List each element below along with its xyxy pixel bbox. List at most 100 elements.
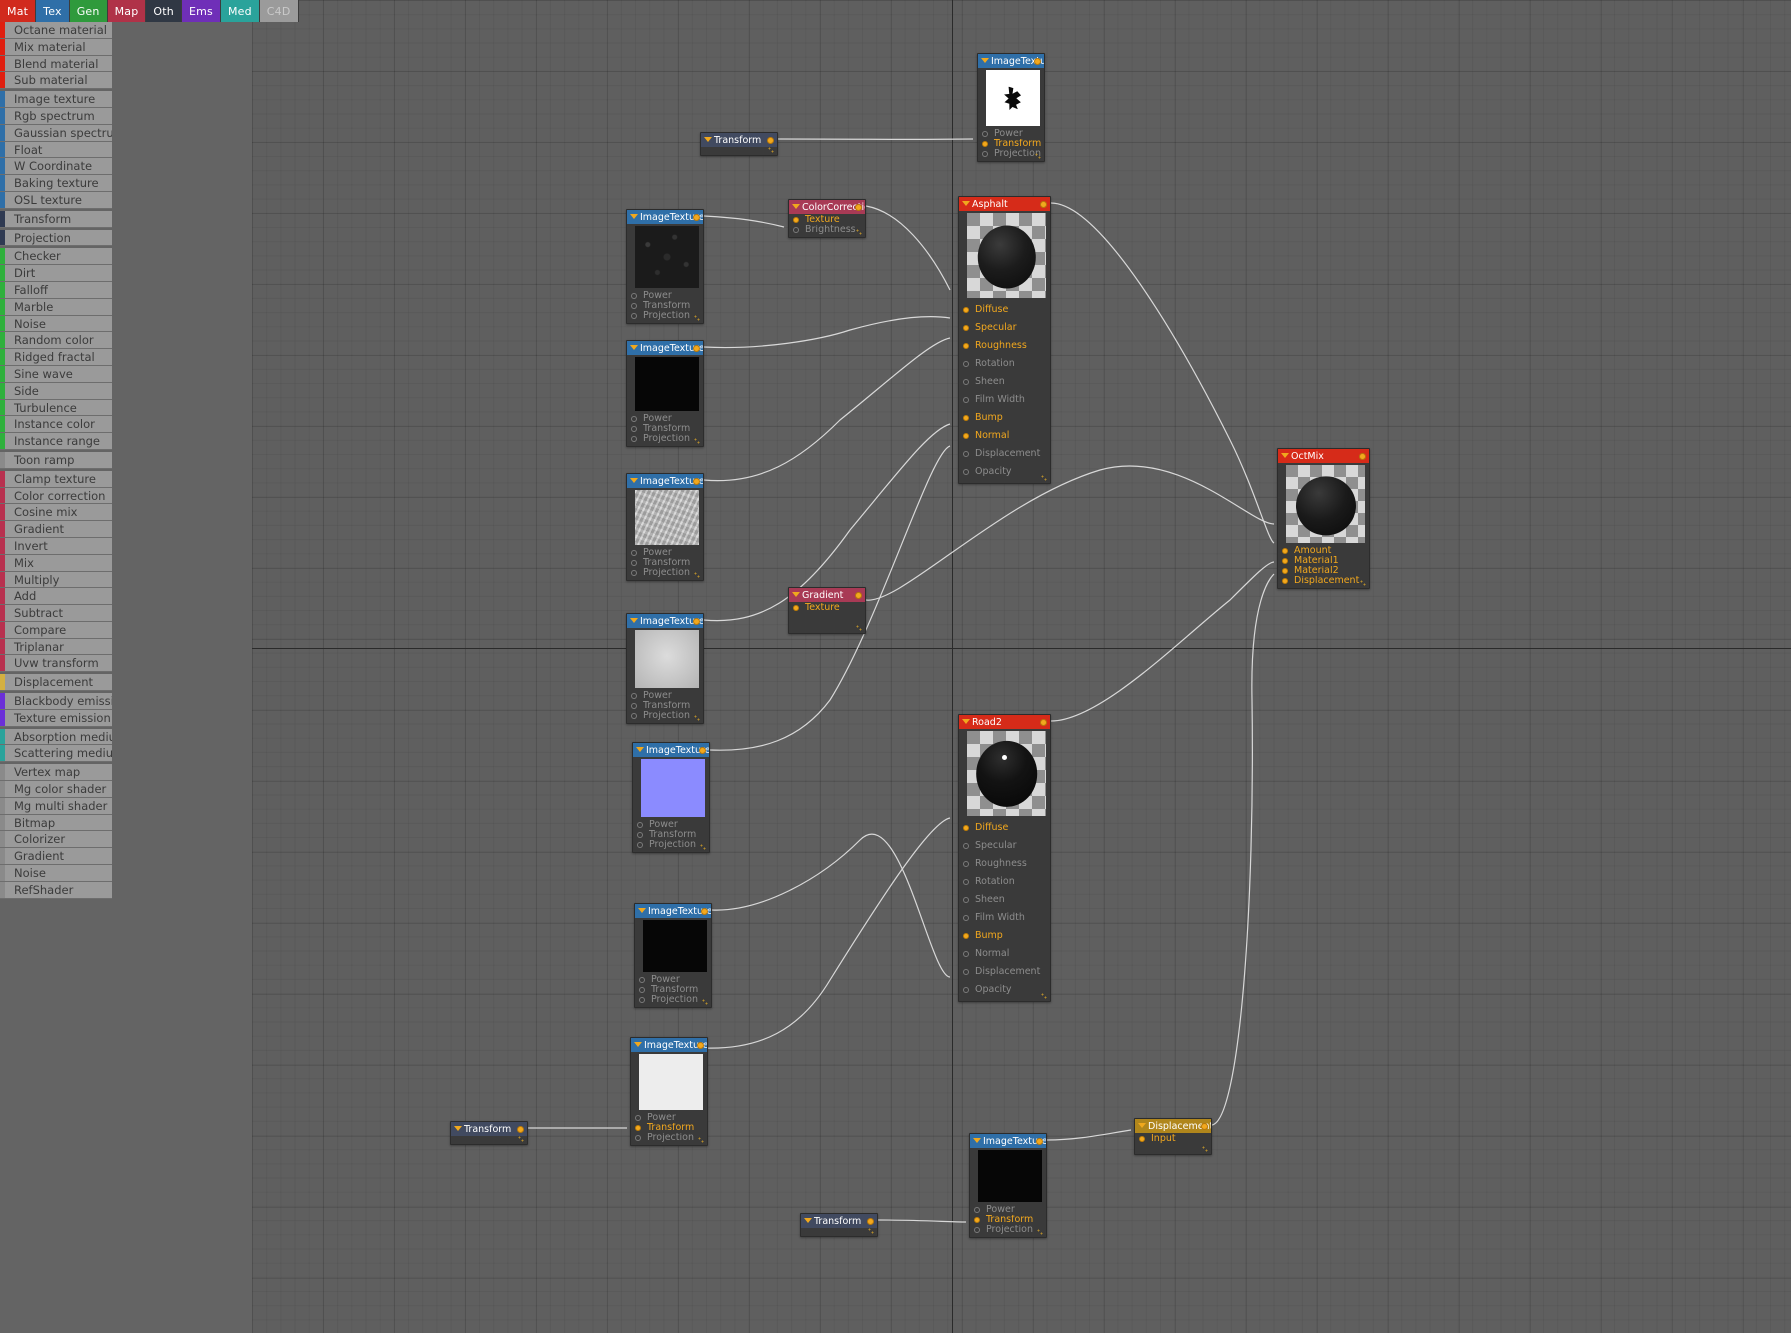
palette-item-sub-material[interactable]: Sub material	[0, 72, 112, 90]
port-dot-icon[interactable]	[974, 1217, 980, 1223]
node-header-asphalt[interactable]: Asphalt	[959, 197, 1050, 211]
collapse-triangle-icon[interactable]	[804, 1218, 812, 1223]
port-imagetexture-concrete-power[interactable]: Power	[627, 548, 703, 558]
port-dot-icon[interactable]	[963, 915, 969, 921]
palette-item-projection[interactable]: Projection	[0, 229, 112, 247]
toolbar-button-c4d[interactable]: C4D	[259, 0, 299, 22]
port-imagetexture-disp-projection[interactable]: Projection	[970, 1225, 1046, 1235]
node-transform-mid[interactable]: Transform	[450, 1121, 528, 1145]
palette-item-noise[interactable]: Noise	[0, 865, 112, 882]
port-dot-icon[interactable]	[639, 977, 645, 983]
collapse-triangle-icon[interactable]	[704, 137, 712, 142]
port-imagetexture-asphalt-diffuse-transform[interactable]: Transform	[627, 301, 703, 311]
port-imagetexture-black-1-transform[interactable]: Transform	[627, 424, 703, 434]
port-dot-icon[interactable]	[963, 969, 969, 975]
port-imagetexture-asphalt-diffuse-power[interactable]: Power	[627, 291, 703, 301]
node-imagetexture-asphalt-diffuse[interactable]: ImageTexture Power Transform Projection	[626, 209, 704, 324]
palette-item-bitmap[interactable]: Bitmap	[0, 814, 112, 832]
port-dot-icon[interactable]	[963, 825, 969, 831]
port-dot-icon[interactable]	[631, 426, 637, 432]
collapse-triangle-icon[interactable]	[454, 1126, 462, 1131]
node-resize-grip[interactable]	[694, 438, 701, 445]
collapse-triangle-icon[interactable]	[792, 204, 800, 209]
port-dot-icon[interactable]	[635, 1125, 641, 1131]
collapse-triangle-icon[interactable]	[630, 478, 638, 483]
node-header-imagetexture-black-2[interactable]: ImageTexture	[635, 904, 711, 918]
node-resize-grip[interactable]	[698, 1137, 705, 1144]
node-header-octmix[interactable]: OctMix	[1278, 449, 1369, 463]
output-port-imagetexture-asphalt-diffuse[interactable]	[693, 214, 700, 221]
output-port-transform-bottom[interactable]	[867, 1218, 874, 1225]
palette-item-triplanar[interactable]: Triplanar	[0, 638, 112, 656]
node-resize-grip[interactable]	[856, 625, 863, 632]
palette-item-gradient[interactable]: Gradient	[0, 521, 112, 538]
palette-item-instance-range[interactable]: Instance range	[0, 433, 112, 450]
port-asphalt-specular[interactable]: Specular	[959, 319, 1050, 337]
port-dot-icon[interactable]	[639, 987, 645, 993]
node-imagetexture-grey[interactable]: ImageTexture Power Transform Projection	[626, 613, 704, 724]
collapse-triangle-icon[interactable]	[1281, 453, 1289, 458]
output-port-displacement-1[interactable]	[1201, 1123, 1208, 1130]
palette-item-noise[interactable]: Noise	[0, 315, 112, 333]
node-header-imagetexture-logo[interactable]: ImageTexture	[978, 54, 1044, 68]
port-dot-icon[interactable]	[631, 560, 637, 566]
port-dot-icon[interactable]	[963, 343, 969, 349]
port-dot-icon[interactable]	[1282, 578, 1288, 584]
node-header-transform-bottom[interactable]: Transform	[801, 1214, 877, 1228]
port-road2-rotation[interactable]: Rotation	[959, 873, 1050, 891]
palette-item-compare[interactable]: Compare	[0, 621, 112, 639]
node-header-imagetexture-grey[interactable]: ImageTexture	[627, 614, 703, 628]
port-dot-icon[interactable]	[974, 1207, 980, 1213]
palette-item-osl-texture[interactable]: OSL texture	[0, 191, 112, 209]
output-port-imagetexture-black-2[interactable]	[701, 908, 708, 915]
port-imagetexture-black-1-power[interactable]: Power	[627, 414, 703, 424]
palette-item-subtract[interactable]: Subtract	[0, 605, 112, 622]
port-dot-icon[interactable]	[631, 570, 637, 576]
toolbar-button-tex[interactable]: Tex	[36, 0, 70, 22]
palette-item-ridged-fractal[interactable]: Ridged fractal	[0, 349, 112, 366]
port-dot-icon[interactable]	[963, 933, 969, 939]
port-dot-icon[interactable]	[963, 433, 969, 439]
port-octmix-material2[interactable]: Material2	[1278, 566, 1369, 576]
port-asphalt-displacement[interactable]: Displacement	[959, 445, 1050, 463]
palette-item-gradient[interactable]: Gradient	[0, 848, 112, 866]
palette-item-marble[interactable]: Marble	[0, 298, 112, 316]
port-imagetexture-black-2-transform[interactable]: Transform	[635, 985, 711, 995]
port-dot-icon[interactable]	[631, 713, 637, 719]
collapse-triangle-icon[interactable]	[634, 1042, 642, 1047]
port-dot-icon[interactable]	[631, 303, 637, 309]
palette-item-random-color[interactable]: Random color	[0, 332, 112, 350]
node-resize-grip[interactable]	[518, 1136, 525, 1143]
node-header-imagetexture-white[interactable]: ImageTexture	[631, 1038, 707, 1052]
node-resize-grip[interactable]	[1041, 475, 1048, 482]
toolbar-button-map[interactable]: Map	[107, 0, 147, 22]
port-asphalt-rotation[interactable]: Rotation	[959, 355, 1050, 373]
node-resize-grip[interactable]	[694, 315, 701, 322]
node-header-displacement-1[interactable]: Displacement	[1135, 1119, 1211, 1133]
node-gradient-1[interactable]: Gradient Texture	[788, 587, 866, 634]
port-dot-icon[interactable]	[974, 1227, 980, 1233]
toolbar-button-mat[interactable]: Mat	[0, 0, 37, 22]
palette-item-absorption-medium[interactable]: Absorption medium	[0, 728, 112, 746]
palette-item-checker[interactable]: Checker	[0, 248, 112, 266]
collapse-triangle-icon[interactable]	[792, 592, 800, 597]
output-port-imagetexture-black-1[interactable]	[693, 345, 700, 352]
port-imagetexture-black-1-projection[interactable]: Projection	[627, 434, 703, 444]
output-port-colorcorrection-1[interactable]	[855, 204, 862, 211]
palette-item-image-texture[interactable]: Image texture	[0, 91, 112, 108]
node-resize-grip[interactable]	[1035, 153, 1042, 160]
collapse-triangle-icon[interactable]	[630, 345, 638, 350]
palette-item-side[interactable]: Side	[0, 382, 112, 400]
node-imagetexture-concrete[interactable]: ImageTexture Power Transform Projection	[626, 473, 704, 581]
node-road2[interactable]: Road2 Diffuse Specular Roughness Rotation She…	[958, 714, 1051, 1002]
collapse-triangle-icon[interactable]	[962, 719, 970, 724]
port-imagetexture-white-projection[interactable]: Projection	[631, 1133, 707, 1143]
palette-item-octane-material[interactable]: Octane material	[0, 22, 112, 39]
node-resize-grip[interactable]	[700, 844, 707, 851]
node-header-transform-mid[interactable]: Transform	[451, 1122, 527, 1136]
port-road2-specular[interactable]: Specular	[959, 837, 1050, 855]
palette-item-mix[interactable]: Mix	[0, 554, 112, 572]
palette-item-instance-color[interactable]: Instance color	[0, 416, 112, 434]
port-octmix-amount[interactable]: Amount	[1278, 546, 1369, 556]
port-imagetexture-normal-blue-power[interactable]: Power	[633, 820, 709, 830]
